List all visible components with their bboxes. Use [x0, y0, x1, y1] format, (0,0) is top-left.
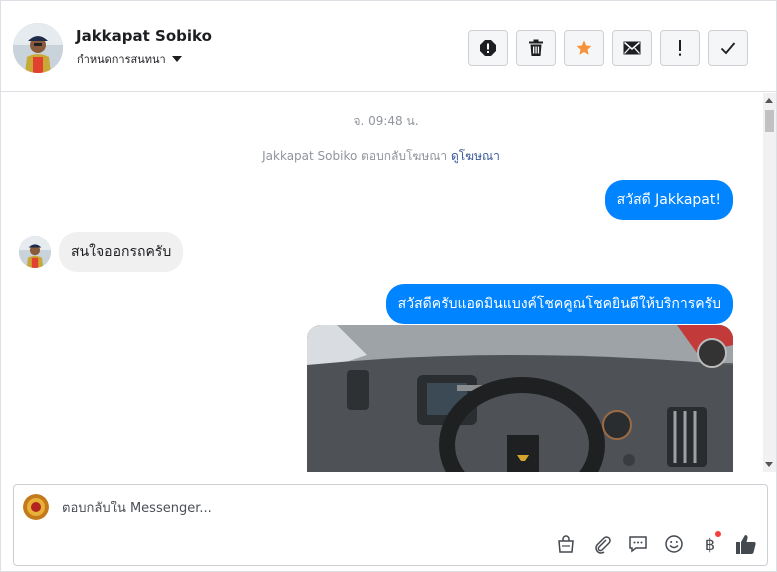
conversation-assign-dropdown[interactable]: กำหนดการสนทนา	[77, 50, 182, 68]
ad-reply-text: Jakkapat Sobiko ตอบกลับโฆษณา	[262, 149, 448, 163]
star-button[interactable]	[564, 30, 604, 66]
baht-symbol: ฿	[704, 534, 716, 554]
incoming-message[interactable]: สนใจออกรถครับ	[59, 232, 184, 272]
conversation-header: Jakkapat Sobiko กำหนดการสนทนา	[1, 1, 776, 92]
saved-reply-icon[interactable]	[627, 533, 649, 555]
alert-circle-icon	[480, 40, 496, 56]
conversation-assign-label: กำหนดการสนทนา	[77, 53, 166, 66]
page-avatar	[23, 494, 49, 520]
message-thread[interactable]: จ. 09:48 น. Jakkapat Sobiko ตอบกลับโฆษณา…	[1, 93, 763, 472]
caret-down-icon	[171, 56, 182, 62]
outgoing-message[interactable]: สวัสดีครับแอดมินแบงค์โชคคูณโชคยินดีให้บร…	[385, 284, 733, 324]
message-timestamp: จ. 09:48 น.	[353, 114, 419, 128]
emoji-icon[interactable]	[663, 533, 685, 555]
header-toolbar	[468, 30, 748, 66]
notification-dot	[715, 531, 721, 537]
report-spam-button[interactable]	[468, 30, 508, 66]
thread-scrollbar[interactable]	[763, 93, 776, 472]
delete-button[interactable]	[516, 30, 556, 66]
view-ad-link[interactable]: ดูโฆษณา	[451, 149, 500, 163]
flag-button[interactable]	[660, 30, 700, 66]
thumbs-up-icon[interactable]	[735, 533, 757, 555]
scroll-down-arrow-icon[interactable]	[765, 462, 773, 467]
star-icon	[576, 40, 592, 55]
trash-icon	[529, 39, 543, 56]
contact-name: Jakkapat Sobiko	[76, 27, 212, 45]
baht-payment-icon[interactable]: ฿	[699, 531, 721, 555]
reply-input[interactable]	[62, 501, 562, 516]
scroll-up-arrow-icon[interactable]	[765, 98, 773, 103]
envelope-icon	[623, 41, 641, 55]
scroll-thumb[interactable]	[765, 110, 774, 132]
car-interior-photo[interactable]	[307, 325, 733, 472]
contact-avatar[interactable]	[13, 23, 63, 73]
composer-toolbar: ฿	[555, 531, 757, 555]
paperclip-icon[interactable]	[591, 533, 613, 555]
ad-reply-notice: Jakkapat Sobiko ตอบกลับโฆษณา ดูโฆษณา	[1, 147, 761, 166]
mark-unread-button[interactable]	[612, 30, 652, 66]
mark-done-button[interactable]	[708, 30, 748, 66]
exclamation-icon	[679, 40, 681, 56]
checkmark-icon	[720, 42, 736, 55]
shopping-bag-icon[interactable]	[555, 533, 577, 555]
contact-avatar-small	[19, 236, 51, 268]
reply-composer: ฿	[13, 484, 768, 566]
outgoing-message[interactable]: สวัสดี Jakkapat!	[604, 180, 733, 220]
